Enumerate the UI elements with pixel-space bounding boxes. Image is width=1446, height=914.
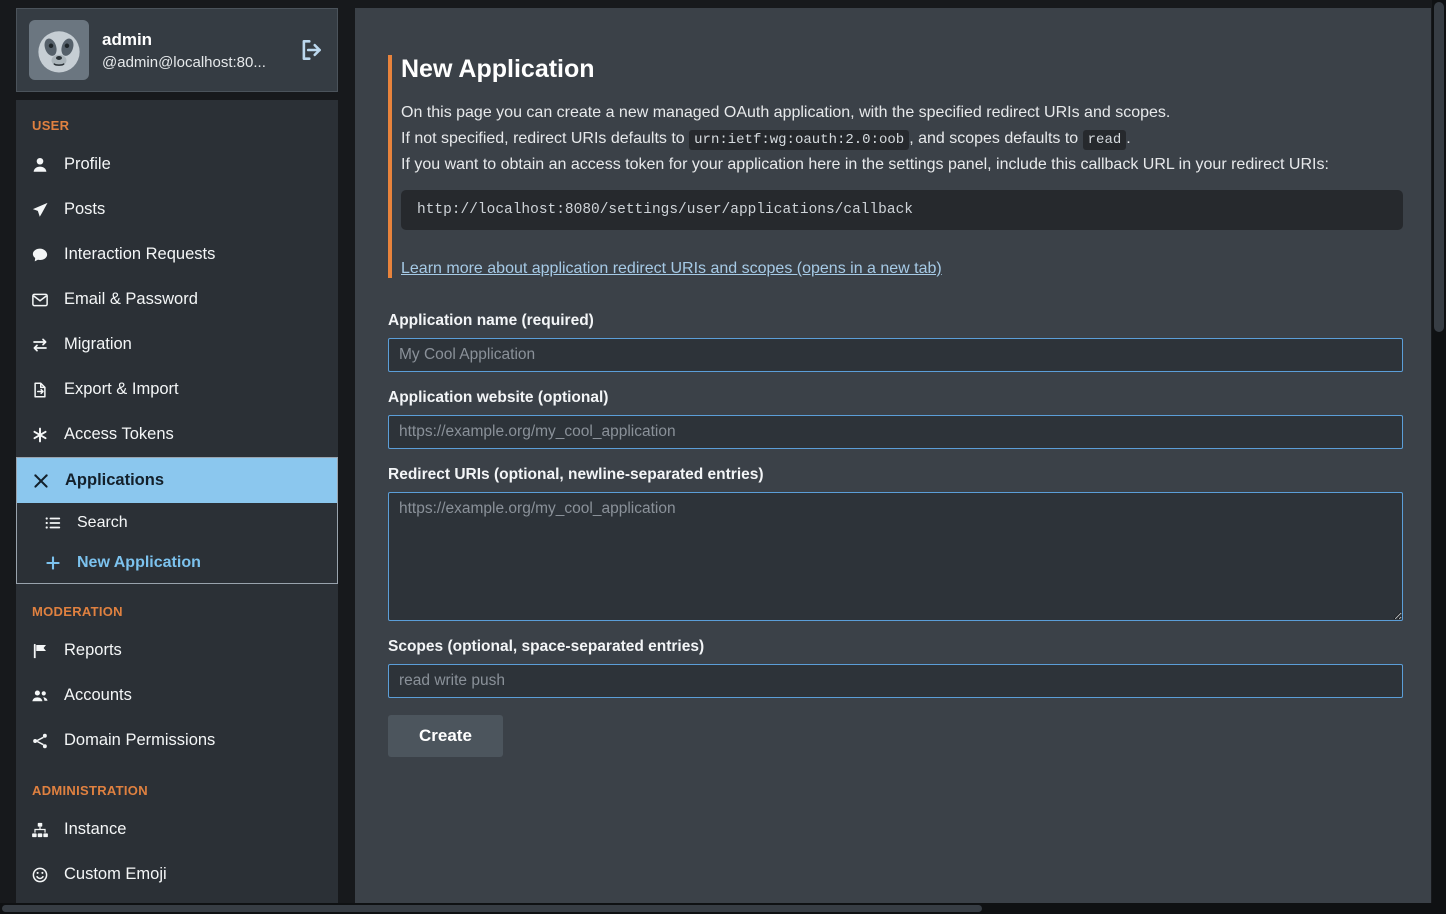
sidebar-item-label: Profile <box>64 155 111 174</box>
user-icon <box>31 156 49 174</box>
tools-icon <box>32 472 50 490</box>
list-icon <box>44 514 62 532</box>
read-inline-code: read <box>1083 130 1127 150</box>
create-button[interactable]: Create <box>388 715 503 757</box>
scopes-input[interactable] <box>388 664 1403 698</box>
logout-icon <box>299 37 325 63</box>
asterisk-icon <box>31 426 49 444</box>
sidebar-item-reports[interactable]: Reports <box>16 628 338 673</box>
settings-app: admin @admin@localhost:80... USER Profil… <box>0 0 1446 914</box>
sidebar-item-instance[interactable]: Instance <box>16 807 338 852</box>
applications-submenu: Search New Application <box>17 503 337 583</box>
intro-line-2: If not specified, redirect URIs defaults… <box>401 127 1403 153</box>
user-card[interactable]: admin @admin@localhost:80... <box>16 8 338 92</box>
logout-button[interactable] <box>299 37 325 63</box>
intro-line-2-text-c: . <box>1126 130 1130 147</box>
sidebar-item-access-tokens[interactable]: Access Tokens <box>16 412 338 457</box>
application-name-label: Application name (required) <box>388 312 1403 330</box>
intro-line-3: If you want to obtain an access token fo… <box>401 153 1403 178</box>
sidebar-item-accounts[interactable]: Accounts <box>16 673 338 718</box>
learn-more-link[interactable]: Learn more about application redirect UR… <box>401 260 942 278</box>
sidebar-item-label: Posts <box>64 200 105 219</box>
application-website-label: Application website (optional) <box>388 389 1403 407</box>
sidebar-item-domain-permissions[interactable]: Domain Permissions <box>16 718 338 763</box>
sidebar-item-email-password[interactable]: Email & Password <box>16 277 338 322</box>
envelope-icon <box>31 291 49 309</box>
sidebar-section-moderation: MODERATION <box>16 584 338 628</box>
intro-line-2-text-a: If not specified, redirect URIs defaults… <box>401 130 689 147</box>
paper-plane-icon <box>31 201 49 219</box>
intro-line-1: On this page you can create a new manage… <box>401 101 1403 126</box>
main-panel: New Application On this page you can cre… <box>355 8 1431 914</box>
page-title: New Application <box>401 55 1403 84</box>
user-meta: admin @admin@localhost:80... <box>102 30 266 71</box>
sidebar: admin @admin@localhost:80... USER Profil… <box>16 8 338 914</box>
redirect-uris-label: Redirect URIs (optional, newline-separat… <box>388 466 1403 484</box>
sloth-avatar <box>29 20 89 80</box>
sidebar-item-custom-emoji[interactable]: Custom Emoji <box>16 852 338 897</box>
sidebar-item-migration[interactable]: Migration <box>16 322 338 367</box>
sidebar-item-export-import[interactable]: Export & Import <box>16 367 338 412</box>
sidebar-item-label: Accounts <box>64 686 132 705</box>
oob-inline-code: urn:ietf:wg:oauth:2.0:oob <box>689 130 909 150</box>
sidebar-item-label: Export & Import <box>64 380 179 399</box>
sidebar-item-applications-search[interactable]: Search <box>17 503 337 543</box>
sidebar-item-interaction-requests[interactable]: Interaction Requests <box>16 232 338 277</box>
sidebar-item-label: Email & Password <box>64 290 198 309</box>
sidebar-item-label: Domain Permissions <box>64 731 215 750</box>
user-name: admin <box>102 30 266 50</box>
sidebar-item-label: Applications <box>65 471 164 490</box>
sidebar-item-label: Reports <box>64 641 122 660</box>
applications-group: Applications Search New Application <box>16 457 338 584</box>
sitemap-icon <box>31 821 49 839</box>
sidebar-item-label: Interaction Requests <box>64 245 215 264</box>
file-export-icon <box>31 381 49 399</box>
sidebar-item-label: Access Tokens <box>64 425 174 444</box>
sidebar-item-profile[interactable]: Profile <box>16 142 338 187</box>
sidebar-section-user: USER <box>16 102 338 142</box>
sidebar-item-label: New Application <box>77 554 201 572</box>
network-icon <box>31 732 49 750</box>
scopes-label: Scopes (optional, space-separated entrie… <box>388 638 1403 656</box>
horizontal-scrollbar[interactable] <box>0 903 1432 914</box>
sidebar-item-label: Migration <box>64 335 132 354</box>
users-icon <box>31 687 49 705</box>
horizontal-scrollbar-thumb[interactable] <box>2 905 982 912</box>
sidebar-nav: USER Profile Posts Interaction Requests <box>16 100 338 914</box>
sidebar-item-label: Custom Emoji <box>64 865 167 884</box>
sidebar-section-administration: ADMINISTRATION <box>16 763 338 807</box>
intro-line-2-text-b: , and scopes defaults to <box>909 130 1082 147</box>
sidebar-item-label: Search <box>77 514 128 532</box>
application-website-input[interactable] <box>388 415 1403 449</box>
application-name-input[interactable] <box>388 338 1403 372</box>
callback-url-code-block: http://localhost:8080/settings/user/appl… <box>401 190 1403 230</box>
sidebar-item-new-application[interactable]: New Application <box>17 543 337 583</box>
sidebar-item-posts[interactable]: Posts <box>16 187 338 232</box>
vertical-scrollbar-thumb[interactable] <box>1434 2 1444 332</box>
sidebar-item-applications[interactable]: Applications <box>17 458 337 503</box>
intro-section: New Application On this page you can cre… <box>388 55 1403 278</box>
vertical-scrollbar[interactable] <box>1432 0 1446 914</box>
sidebar-item-label: Instance <box>64 820 126 839</box>
avatar <box>29 20 89 80</box>
user-handle: @admin@localhost:80... <box>102 54 266 71</box>
exchange-arrows-icon <box>31 336 49 354</box>
plus-icon <box>44 554 62 572</box>
flag-icon <box>31 642 49 660</box>
comment-icon <box>31 246 49 264</box>
new-application-form: Application name (required) Application … <box>388 312 1403 757</box>
smiley-icon <box>31 866 49 884</box>
redirect-uris-textarea[interactable] <box>388 492 1403 621</box>
